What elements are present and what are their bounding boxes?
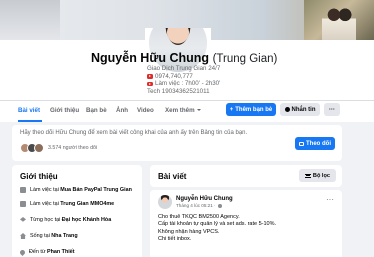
follow-prompt-card: Hãy theo dõi Hữu Chung để xem bài viết c… (12, 125, 342, 161)
cover-people-image (322, 4, 356, 40)
tab-label: Giới thiệu (50, 107, 80, 114)
intro-item-link[interactable]: Nha Trang (51, 233, 77, 239)
tab-friends[interactable]: Bạn bè (86, 101, 107, 122)
post-card: Nguyễn Hữu Chung Tháng 4 lúc 05:21 · ···… (150, 190, 342, 257)
bio-line: Tech 19034362521011 (147, 88, 257, 96)
intro-item-home: Sống tại Nha Trang (20, 233, 78, 239)
profile-alternate-name: (Trung Gian) (212, 53, 278, 65)
posts-title: Bài viết (158, 172, 187, 181)
intro-title: Giới thiệu (20, 172, 58, 181)
location-pin-icon (18, 248, 27, 256)
tab-label: Bạn bè (86, 107, 107, 114)
post-author-name[interactable]: Nguyễn Hữu Chung (176, 196, 233, 202)
cover-right-image (304, 0, 374, 40)
add-friend-label: Thêm bạn bè (235, 106, 273, 113)
profile-name: Nguyễn Hữu Chung (Trung Gian) (91, 51, 277, 65)
chevron-down-icon (196, 109, 201, 112)
intro-item-prefix: Làm việc tại (30, 201, 61, 207)
intro-item-education: Từng học tại Đại học Khánh Hòa (20, 217, 111, 223)
tab-photos[interactable]: Ảnh (116, 101, 128, 122)
home-icon (20, 233, 26, 239)
post-author-avatar[interactable] (158, 195, 172, 209)
youtube-icon (147, 81, 153, 87)
tab-label: Bài viết (18, 107, 41, 114)
post-line: Cấp tài khoản tự quản lý và set ads. rat… (158, 221, 277, 228)
follow-label: Theo dõi (306, 140, 331, 147)
bio-line-text: 0974,740,777 (155, 72, 193, 80)
post-body: Cho thuê TKQC BM2500 Agency. Cấp tài kho… (158, 214, 334, 243)
tab-label: Ảnh (116, 107, 129, 114)
posts-header-card: Bài viết Bộ lọc (150, 165, 342, 187)
follow-icon (299, 141, 304, 146)
tab-label: Xem thêm (165, 107, 195, 114)
tab-label: Video (137, 107, 154, 114)
intro-item-work: Làm việc tại Mua Bán PayPal Trung Gian (20, 187, 132, 193)
tab-see-more[interactable]: Xem thêm (165, 101, 201, 122)
bio-line-text: Giao Dịch Trung Gian 24/7 (147, 65, 221, 72)
intro-item-hometown: Đến từ Phan Thiết (18, 248, 75, 256)
post-options-button[interactable]: ··· (326, 195, 334, 204)
graduation-cap-icon (20, 217, 26, 222)
filter-button[interactable]: Bộ lọc (298, 169, 336, 182)
filter-label: Bộ lọc (312, 172, 330, 179)
followers-row[interactable]: 3.574 người theo dõi (20, 143, 97, 153)
post-meta: Tháng 4 lúc 05:21 · (176, 203, 222, 208)
tab-about[interactable]: Giới thiệu (50, 101, 79, 122)
add-friend-icon: + (229, 106, 234, 113)
bio-line: 0974,740,777 (147, 73, 257, 81)
profile-name-text: Nguyễn Hữu Chung (91, 51, 210, 65)
intro-item-link[interactable]: Mua Bán PayPal Trung Gian (60, 187, 132, 193)
post-line: Không nhận hàng VPCS. (158, 228, 220, 235)
intro-item-prefix: Làm việc tại (30, 187, 61, 193)
follow-button[interactable]: Theo dõi (295, 137, 335, 150)
globe-icon (217, 203, 222, 208)
bio-line-text: Làm việc : 7h00' - 2h30' (155, 80, 221, 88)
intro-item-prefix: Đến từ (29, 249, 47, 255)
intro-item-link[interactable]: Trung Gian MMO4me (60, 201, 114, 207)
post-line: Cho thuê TKQC BM2500 Agency. (158, 214, 240, 220)
bio-line: Làm việc : 7h00' - 2h30' (147, 80, 257, 88)
post-line: Chi tiết inbox. (158, 235, 192, 242)
message-label: Nhắn tin (291, 106, 316, 113)
briefcase-icon (20, 187, 26, 193)
intro-item-work: Làm việc tại Trung Gian MMO4me (20, 201, 114, 207)
bio-line: Giao Dịch Trung Gian 24/7 (147, 65, 257, 73)
intro-item-prefix: Sống tại (30, 233, 52, 239)
message-button[interactable]: Nhắn tin (280, 103, 320, 116)
post-timestamp[interactable]: Tháng 4 lúc 05:21 · (176, 203, 216, 208)
profile-bio: Giao Dịch Trung Gian 24/7 0974,740,777 L… (147, 65, 257, 95)
briefcase-icon (20, 201, 26, 207)
follower-avatar (34, 143, 44, 153)
tabs-more-icon: ··· (329, 107, 335, 113)
follow-prompt-text: Hãy theo dõi Hữu Chung để xem bài viết c… (20, 130, 248, 136)
intro-item-prefix: Từng học tại (30, 217, 62, 223)
intro-item-link[interactable]: Đại học Khánh Hòa (62, 217, 111, 223)
intro-item-link[interactable]: Phan Thiết (47, 249, 75, 255)
followers-count: 3.574 người theo dõi (48, 145, 98, 151)
tab-posts[interactable]: Bài viết (18, 101, 42, 122)
cover-left-image (0, 0, 60, 40)
youtube-icon (147, 74, 153, 79)
messenger-icon (284, 107, 290, 112)
tab-videos[interactable]: Video (137, 101, 154, 122)
add-friend-button[interactable]: + Thêm bạn bè (226, 103, 276, 116)
intro-card: Giới thiệu Làm việc tại Mua Bán PayPal T… (12, 165, 142, 257)
bio-line-text: Tech 19034362521011 (147, 87, 210, 95)
filter-icon (304, 173, 311, 178)
